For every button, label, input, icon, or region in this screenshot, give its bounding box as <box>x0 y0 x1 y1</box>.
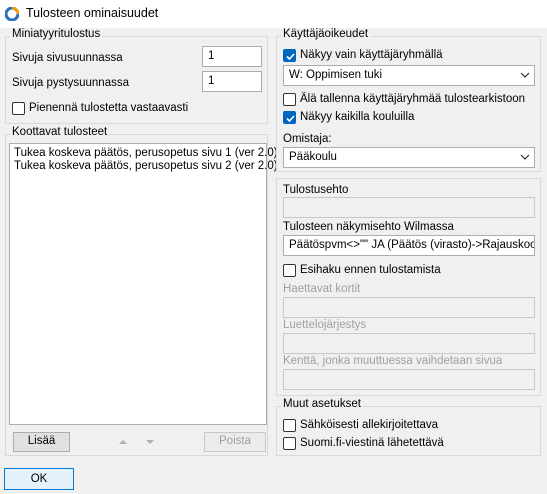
user-group-value: W: Oppimisen tuki <box>289 69 383 81</box>
remove-button[interactable]: Poista <box>204 432 266 452</box>
other-group-title: Muut asetukset <box>281 398 363 410</box>
field-label: Kenttä, jonka muuttuessa vaihdetaan sivu… <box>283 355 503 367</box>
group-only-label: Näkyy vain käyttäjäryhmällä <box>300 49 443 61</box>
visibility-label: Tulosteen näkymisehto Wilmassa <box>283 221 454 233</box>
list-item[interactable]: Tukea koskeva päätös, perusopetus sivu 1… <box>14 147 278 159</box>
pages-horizontal-input[interactable]: 1 <box>202 46 262 67</box>
move-up-icon[interactable] <box>116 436 130 448</box>
window-title: Tulosteen ominaisuudet <box>26 6 159 20</box>
pages-vertical-label: Sivuja pystysuunnassa <box>12 77 129 89</box>
prefetch-label: Esihaku ennen tulostamista <box>300 264 441 276</box>
all-schools-label: Näkyy kaikilla kouluilla <box>300 111 415 123</box>
lists-label: Luettelojärjestys <box>283 319 367 331</box>
signed-label: Sähköisesti allekirjoitettava <box>300 419 439 431</box>
print-condition-input[interactable] <box>283 197 535 218</box>
owner-select[interactable]: Pääkoulu <box>283 147 535 168</box>
suomifi-label: Suomi.fi-viestinä lähetettävä <box>300 437 444 449</box>
owner-label: Omistaja: <box>283 133 332 145</box>
add-button[interactable]: Lisää <box>13 432 70 452</box>
cards-input[interactable] <box>283 297 535 318</box>
shrink-label: Pienennä tulostetta vastaavasti <box>29 102 189 114</box>
owner-value: Pääkoulu <box>289 151 337 163</box>
thumbnail-group-title: Miniatyyritulostus <box>10 28 103 40</box>
dont-save-checkbox[interactable] <box>283 93 296 106</box>
prefetch-checkbox[interactable] <box>283 264 296 277</box>
dont-save-label: Älä tallenna käyttäjäryhmää tulostearkis… <box>300 93 526 105</box>
field-input[interactable] <box>283 369 535 390</box>
chevron-down-icon <box>520 154 530 160</box>
user-group-select[interactable]: W: Oppimisen tuki <box>283 65 535 86</box>
all-schools-checkbox[interactable] <box>283 111 296 124</box>
shrink-checkbox[interactable] <box>12 102 25 115</box>
suomifi-checkbox[interactable] <box>283 437 296 450</box>
signed-checkbox[interactable] <box>283 419 296 432</box>
chevron-down-icon <box>520 72 530 78</box>
move-down-icon[interactable] <box>143 436 157 448</box>
compiled-group-title: Koottavat tulosteet <box>10 126 110 138</box>
compiled-list[interactable]: Tukea koskeva päätös, perusopetus sivu 1… <box>9 143 278 425</box>
app-icon <box>5 7 19 21</box>
print-condition-label: Tulostusehto <box>283 184 349 196</box>
list-item[interactable]: Tukea koskeva päätös, perusopetus sivu 2… <box>14 160 278 172</box>
cards-label: Haettavat kortit <box>283 283 361 295</box>
lists-input[interactable] <box>283 333 535 354</box>
ok-button[interactable]: OK <box>4 468 74 490</box>
group-only-checkbox[interactable] <box>283 49 296 62</box>
pages-vertical-input[interactable]: 1 <box>202 71 262 92</box>
pages-horizontal-label: Sivuja sivusuunnassa <box>12 52 123 64</box>
visibility-input[interactable]: Päätöspvm<>"" JA (Päätös (virasto)->Raja… <box>283 235 535 256</box>
rights-group-title: Käyttäjäoikeudet <box>281 28 371 40</box>
title-bar: Tulosteen ominaisuudet <box>0 0 547 28</box>
